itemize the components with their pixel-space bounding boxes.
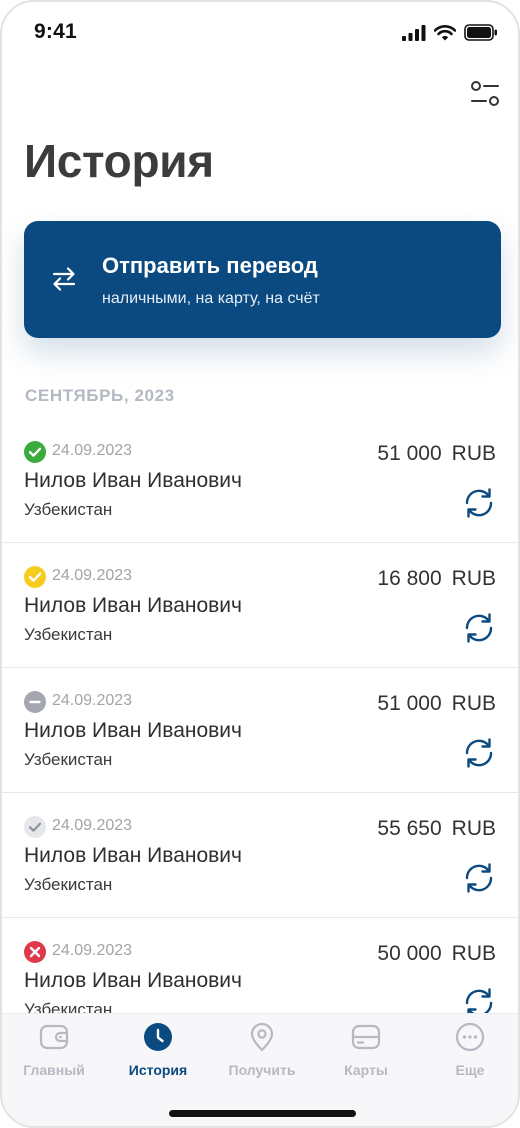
repeat-transfer-icon[interactable] <box>462 485 496 521</box>
transaction-amount: 51 000 RUB <box>377 692 496 716</box>
amount-value: 50 000 <box>377 942 442 965</box>
amount-currency: RUB <box>451 442 496 465</box>
send-transfer-subtitle: наличными, на карту, на счёт <box>102 290 320 307</box>
transaction-date: 24.09.2023 <box>52 942 133 959</box>
amount-currency: RUB <box>451 817 496 840</box>
transaction-row[interactable]: 24.09.2023 Нилов Иван Иванович Узбекиста… <box>2 668 518 793</box>
filter-sliders-icon[interactable] <box>470 80 500 108</box>
wallet-icon <box>39 1024 69 1050</box>
tab-label: Главный <box>23 1062 85 1078</box>
more-dots-icon <box>455 1022 485 1052</box>
phone-screen: 9:41 История Отправить перевод наличными… <box>0 0 520 1128</box>
amount-value: 55 650 <box>377 817 442 840</box>
amount-currency: RUB <box>451 567 496 590</box>
status-icons <box>402 24 498 41</box>
transaction-date: 24.09.2023 <box>52 567 133 584</box>
recipient-country: Узбекистан <box>24 500 113 519</box>
recipient-country: Узбекистан <box>24 875 113 894</box>
transaction-row[interactable]: 24.09.2023 Нилов Иван Иванович Узбекиста… <box>2 793 518 918</box>
transaction-row[interactable]: 24.09.2023 Нилов Иван Иванович Узбекиста… <box>2 543 518 668</box>
status-pending-icon <box>24 566 46 588</box>
tab-home[interactable]: Главный <box>2 1022 106 1086</box>
tab-more[interactable]: Еще <box>418 1022 518 1086</box>
send-transfer-title: Отправить перевод <box>102 253 318 278</box>
status-bar: 9:41 <box>2 2 518 66</box>
home-indicator[interactable] <box>169 1110 356 1117</box>
tab-receive[interactable]: Получить <box>210 1022 314 1086</box>
status-success-icon <box>24 441 46 463</box>
send-transfer-button[interactable]: Отправить перевод наличными, на карту, н… <box>24 221 501 338</box>
repeat-transfer-icon[interactable] <box>462 610 496 646</box>
transaction-amount: 50 000 RUB <box>377 942 496 966</box>
amount-value: 16 800 <box>377 567 442 590</box>
recipient-name: Нилов Иван Иванович <box>24 469 242 492</box>
transaction-date: 24.09.2023 <box>52 817 133 834</box>
tab-label: Карты <box>344 1062 388 1078</box>
tab-history[interactable]: История <box>106 1022 210 1086</box>
repeat-transfer-icon[interactable] <box>462 860 496 896</box>
amount-value: 51 000 <box>377 442 442 465</box>
tab-label: Еще <box>455 1062 485 1078</box>
card-icon <box>351 1024 381 1050</box>
location-pin-icon <box>250 1022 274 1052</box>
wifi-icon <box>434 24 456 40</box>
transaction-date: 24.09.2023 <box>52 442 133 459</box>
status-completed-icon <box>24 816 46 838</box>
tab-cards[interactable]: Карты <box>314 1022 418 1086</box>
page-title: История <box>24 135 214 187</box>
transaction-amount: 55 650 RUB <box>377 817 496 841</box>
amount-currency: RUB <box>451 942 496 965</box>
swap-arrows-icon <box>52 267 76 291</box>
transaction-amount: 51 000 RUB <box>377 442 496 466</box>
amount-value: 51 000 <box>377 692 442 715</box>
cellular-signal-icon <box>402 24 426 41</box>
recipient-country: Узбекистан <box>24 625 113 644</box>
recipient-country: Узбекистан <box>24 750 113 769</box>
status-cancelled-icon <box>24 691 46 713</box>
transaction-date: 24.09.2023 <box>52 692 133 709</box>
tab-label: Получить <box>228 1062 296 1078</box>
status-time: 9:41 <box>34 20 77 43</box>
transaction-list: 24.09.2023 Нилов Иван Иванович Узбекиста… <box>2 418 518 1043</box>
month-section-header: СЕНТЯБРЬ, 2023 <box>25 386 175 405</box>
recipient-name: Нилов Иван Иванович <box>24 594 242 617</box>
amount-currency: RUB <box>451 692 496 715</box>
recipient-name: Нилов Иван Иванович <box>24 844 242 867</box>
tab-label: История <box>128 1062 188 1078</box>
transaction-row[interactable]: 24.09.2023 Нилов Иван Иванович Узбекиста… <box>2 418 518 543</box>
recipient-name: Нилов Иван Иванович <box>24 969 242 992</box>
repeat-transfer-icon[interactable] <box>462 735 496 771</box>
clock-icon <box>144 1023 172 1051</box>
recipient-name: Нилов Иван Иванович <box>24 719 242 742</box>
transaction-amount: 16 800 RUB <box>377 567 496 591</box>
battery-icon <box>464 24 497 41</box>
status-error-icon <box>24 941 46 963</box>
